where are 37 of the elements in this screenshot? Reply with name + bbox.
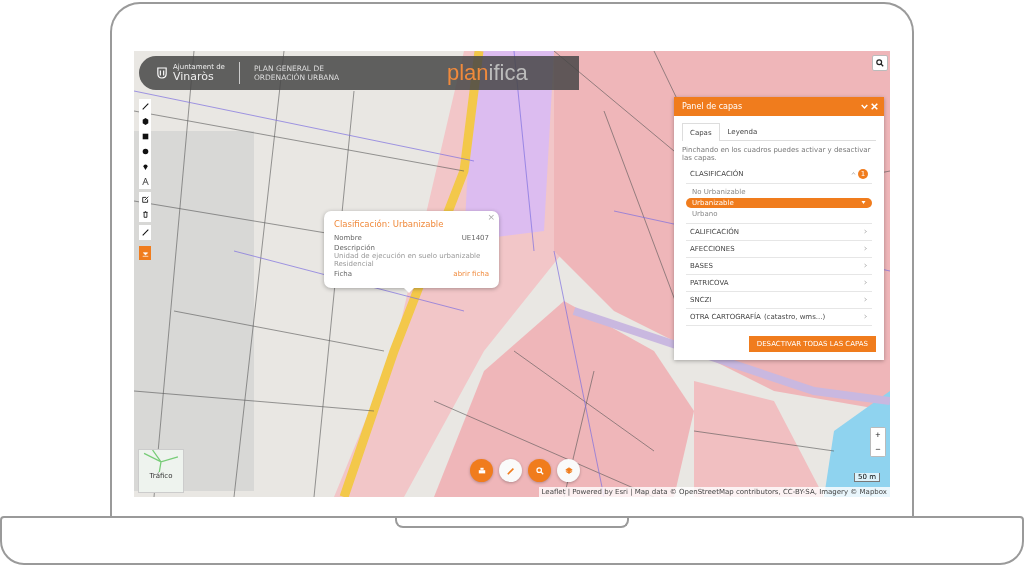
pencil-icon	[141, 229, 149, 236]
search-icon	[876, 59, 884, 67]
traffic-map-icon	[142, 450, 180, 472]
chevron-up-icon	[851, 171, 856, 177]
popup-title: Clasificación: Urbanizable	[334, 219, 445, 229]
chevron-right-icon	[863, 246, 868, 252]
trash-tool-button[interactable]	[139, 207, 151, 222]
pencil-icon	[506, 466, 515, 475]
text-tool-button[interactable]	[139, 174, 151, 189]
chevron-right-icon	[863, 229, 868, 235]
square-icon	[141, 133, 149, 140]
edit-icon	[141, 196, 149, 203]
layers-icon	[564, 466, 573, 475]
chevron-right-icon	[863, 297, 868, 303]
line-tool-button[interactable]	[139, 99, 151, 114]
marker-icon	[141, 163, 149, 170]
brand-logo: planifica	[447, 60, 528, 86]
trash-icon	[141, 211, 149, 218]
line-icon	[141, 103, 149, 110]
search-icon	[535, 466, 544, 475]
municipality-name: Vinaròs	[173, 71, 215, 82]
pencil-tool-button[interactable]	[139, 225, 151, 240]
edit-tool-button[interactable]	[139, 192, 151, 207]
download-icon	[141, 249, 149, 257]
chevron-right-icon	[863, 314, 868, 320]
search-button[interactable]	[872, 55, 888, 71]
dropdown-caret-icon	[861, 200, 866, 206]
crest-icon	[157, 67, 167, 79]
close-icon[interactable]	[871, 103, 878, 110]
printer-icon	[477, 466, 486, 475]
chevron-right-icon	[863, 280, 868, 286]
hexagon-icon	[141, 118, 149, 125]
collapse-icon[interactable]	[861, 103, 868, 110]
text-icon	[141, 178, 149, 185]
circle-icon	[141, 148, 149, 155]
panel-title: Panel de capas	[682, 102, 743, 111]
chevron-right-icon	[863, 263, 868, 269]
